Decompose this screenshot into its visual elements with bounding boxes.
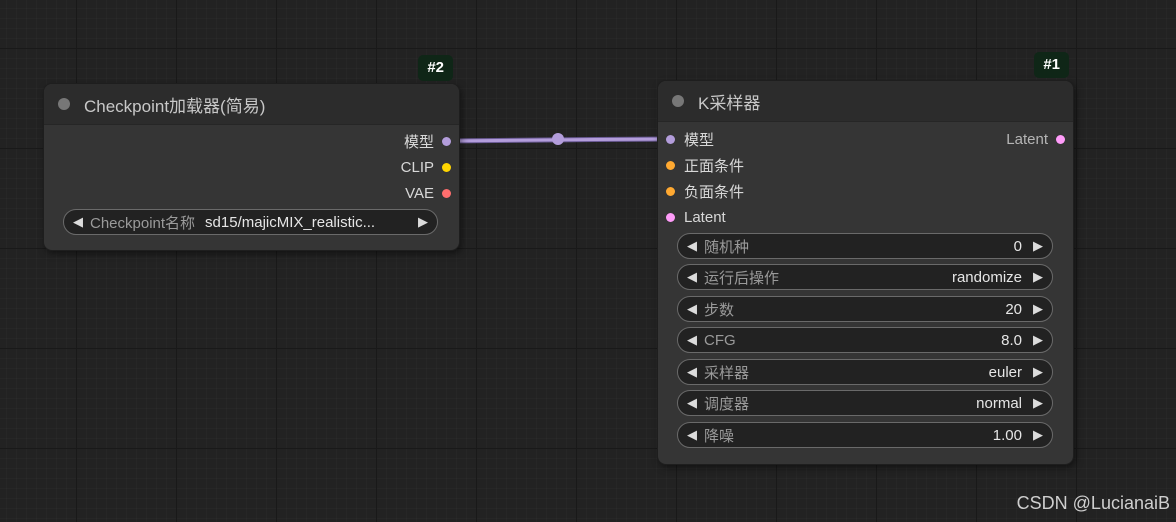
node-title-bar[interactable]: K采样器: [658, 81, 1073, 122]
decrement-arrow-icon[interactable]: ◀: [682, 301, 702, 317]
widget-value: 0: [1013, 237, 1022, 255]
widget-value: 20: [1005, 300, 1022, 318]
slot-label: 模型: [403, 133, 434, 151]
widget-label: 随机种: [704, 238, 750, 256]
previous-arrow-icon[interactable]: ◀: [682, 395, 702, 411]
widget-value: sd15/majicMIX_realistic...: [205, 213, 376, 231]
widget-label: Checkpoint名称: [90, 214, 196, 232]
next-arrow-icon[interactable]: ▶: [413, 214, 433, 230]
widget-label: 运行后操作: [704, 269, 780, 287]
increment-arrow-icon[interactable]: ▶: [1028, 238, 1048, 254]
decrement-arrow-icon[interactable]: ◀: [682, 427, 702, 443]
output-slot-model[interactable]: 模型: [404, 128, 451, 154]
denoise-widget[interactable]: ◀ 降噪 1.00 ▶: [677, 422, 1053, 448]
input-slot-latent[interactable]: Latent: [666, 204, 726, 230]
slot-label: 负面条件: [684, 183, 745, 201]
input-slot-model[interactable]: 模型: [666, 126, 714, 152]
next-arrow-icon[interactable]: ▶: [1028, 364, 1048, 380]
widget-label: 采样器: [704, 364, 750, 382]
node-title-bar[interactable]: Checkpoint加载器(简易): [44, 84, 459, 125]
slot-label: CLIP: [400, 158, 434, 176]
slot-label: VAE: [405, 184, 434, 202]
conditioning-slot-dot-icon[interactable]: [666, 160, 675, 170]
slot-label: Latent: [684, 208, 726, 226]
model-slot-dot-icon[interactable]: [666, 134, 675, 144]
scheduler-widget[interactable]: ◀ 调度器 normal ▶: [677, 390, 1053, 416]
increment-arrow-icon[interactable]: ▶: [1028, 301, 1048, 317]
checkpoint-loader-node[interactable]: #2 Checkpoint加载器(简易) 模型 CLIP VAE ◀ Check…: [44, 55, 459, 250]
increment-arrow-icon[interactable]: ▶: [1028, 332, 1048, 348]
conditioning-slot-dot-icon[interactable]: [666, 186, 675, 196]
link-midpoint-handle[interactable]: [552, 133, 564, 145]
output-slot-clip[interactable]: CLIP: [401, 154, 451, 180]
sampler-name-widget[interactable]: ◀ 采样器 euler ▶: [677, 359, 1053, 385]
widget-value: euler: [988, 363, 1022, 381]
previous-arrow-icon[interactable]: ◀: [68, 214, 88, 230]
widget-label: 降噪: [704, 427, 735, 445]
steps-widget[interactable]: ◀ 步数 20 ▶: [677, 296, 1053, 322]
checkpoint-name-combo[interactable]: ◀ Checkpoint名称 sd15/majicMIX_realistic..…: [63, 209, 438, 235]
slot-label: 正面条件: [684, 157, 745, 175]
widget-value: normal: [976, 394, 1022, 412]
control-after-generate-widget[interactable]: ◀ 运行后操作 randomize ▶: [677, 264, 1053, 290]
seed-widget[interactable]: ◀ 随机种 0 ▶: [677, 233, 1053, 259]
output-slot-vae[interactable]: VAE: [405, 180, 451, 206]
widget-label: 步数: [704, 301, 735, 319]
widget-label: 调度器: [704, 395, 750, 413]
model-slot-dot-icon[interactable]: [442, 136, 451, 146]
next-arrow-icon[interactable]: ▶: [1028, 269, 1048, 285]
previous-arrow-icon[interactable]: ◀: [682, 364, 702, 380]
previous-arrow-icon[interactable]: ◀: [682, 269, 702, 285]
ksampler-node[interactable]: #1 K采样器 模型 正面条件 负面条件 Latent Latent ◀ 随机种…: [658, 52, 1073, 464]
vae-slot-dot-icon[interactable]: [442, 188, 451, 198]
cfg-widget[interactable]: ◀ CFG 8.0 ▶: [677, 327, 1053, 353]
node-id-badge: #1: [1034, 52, 1069, 78]
node-title: K采样器: [698, 93, 761, 113]
widget-value: randomize: [951, 268, 1022, 286]
watermark: CSDN @LucianaiB: [1016, 493, 1170, 513]
decrement-arrow-icon[interactable]: ◀: [682, 238, 702, 254]
widget-value: 1.00: [992, 426, 1022, 444]
latent-slot-dot-icon[interactable]: [666, 212, 675, 222]
node-id-badge: #2: [418, 55, 453, 81]
slot-label: 模型: [684, 131, 715, 149]
input-slot-negative[interactable]: 负面条件: [666, 178, 744, 204]
next-arrow-icon[interactable]: ▶: [1028, 395, 1048, 411]
latent-slot-dot-icon[interactable]: [1056, 134, 1065, 144]
slot-label: Latent: [1006, 130, 1048, 148]
widget-value: 8.0: [1001, 331, 1022, 349]
input-slot-positive[interactable]: 正面条件: [666, 152, 744, 178]
collapse-dot-icon[interactable]: [58, 98, 70, 110]
clip-slot-dot-icon[interactable]: [442, 162, 451, 172]
node-title: Checkpoint加载器(简易): [84, 96, 266, 116]
collapse-dot-icon[interactable]: [672, 95, 684, 107]
decrement-arrow-icon[interactable]: ◀: [682, 332, 702, 348]
widget-label: CFG: [704, 331, 736, 349]
increment-arrow-icon[interactable]: ▶: [1028, 427, 1048, 443]
output-slot-latent[interactable]: Latent: [1006, 126, 1065, 152]
